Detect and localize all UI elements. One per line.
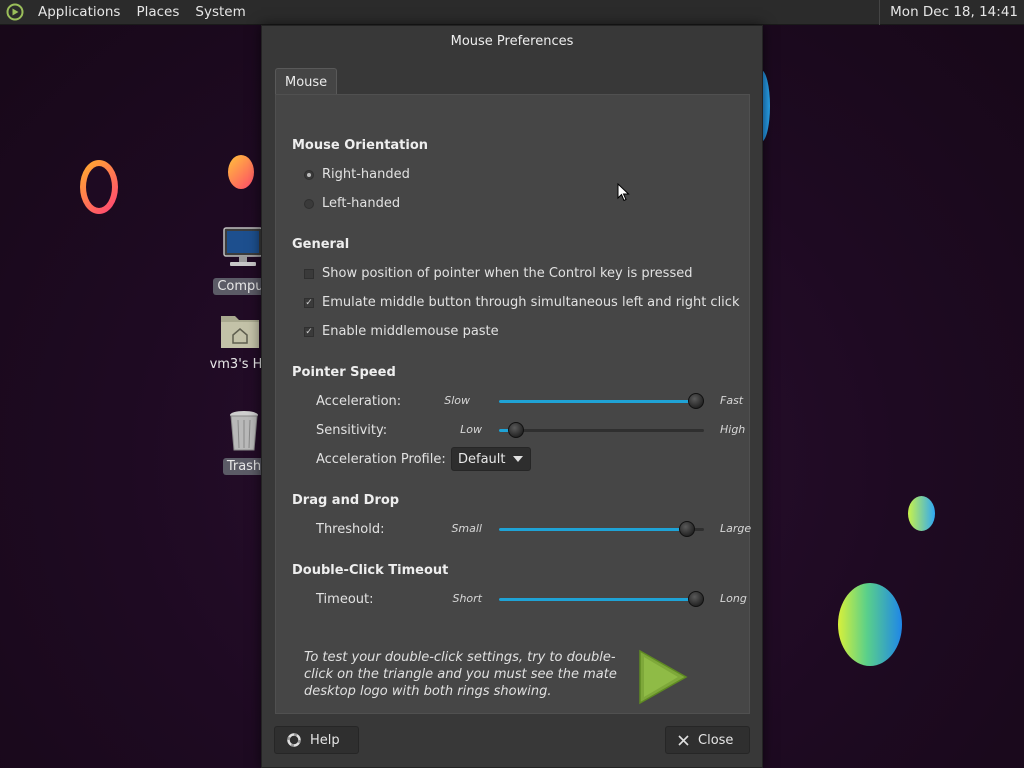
- sensitivity-label: Sensitivity:: [316, 423, 388, 438]
- sensitivity-min-label: Low: [460, 423, 482, 436]
- slider-handle[interactable]: [688, 393, 704, 409]
- places-menu[interactable]: Places: [128, 0, 187, 25]
- pointer-speed-heading: Pointer Speed: [292, 365, 396, 380]
- close-button[interactable]: Close: [665, 726, 750, 754]
- decor-orange-blob: [228, 155, 254, 189]
- mouse-pointer-icon: [617, 183, 630, 202]
- slider-handle[interactable]: [688, 591, 704, 607]
- left-handed-radio[interactable]: Left-handed: [304, 196, 400, 211]
- timeout-max-label: Long: [720, 592, 747, 605]
- middle-paste-checkbox[interactable]: ✓ Enable middlemouse paste: [304, 324, 499, 339]
- decor-small-blob: [908, 496, 935, 531]
- dropdown-arrow-icon: [513, 456, 523, 462]
- clock[interactable]: Mon Dec 18, 14:41: [879, 0, 1018, 25]
- desktop-icon-trash-label: Trash: [222, 458, 266, 475]
- slider-fill: [499, 528, 687, 531]
- acceleration-profile-value: Default: [458, 451, 506, 467]
- top-panel: Applications Places System Mon Dec 18, 1…: [0, 0, 1024, 25]
- slider-fill: [499, 400, 696, 403]
- tabstrip: Mouse: [275, 68, 338, 95]
- applications-menu[interactable]: Applications: [30, 0, 128, 25]
- acceleration-slider[interactable]: [499, 393, 704, 409]
- checkmark-icon[interactable]: ✓: [304, 297, 314, 308]
- mouse-preferences-dialog: Mouse Preferences Mouse Mouse Orientatio…: [261, 25, 763, 768]
- dialog-title[interactable]: Mouse Preferences: [262, 26, 762, 58]
- timeout-min-label: Short: [452, 592, 482, 605]
- home-folder-icon: [221, 316, 259, 348]
- decor-ring: [80, 160, 118, 214]
- double-click-heading: Double-Click Timeout: [292, 563, 449, 578]
- trash-icon: [230, 411, 258, 451]
- emulate-middle-label: Emulate middle button through simultaneo…: [322, 295, 740, 310]
- computer-icon: [223, 227, 263, 266]
- timeout-label: Timeout:: [316, 592, 374, 607]
- drag-drop-heading: Drag and Drop: [292, 493, 400, 508]
- mate-menu-icon[interactable]: [6, 3, 24, 21]
- radio-indicator[interactable]: [304, 169, 314, 180]
- help-lifebuoy-icon: [287, 733, 301, 747]
- emulate-middle-checkbox[interactable]: ✓ Emulate middle button through simultan…: [304, 295, 739, 310]
- slider-handle[interactable]: [678, 521, 695, 537]
- threshold-slider[interactable]: [499, 521, 704, 537]
- sensitivity-slider[interactable]: [499, 422, 704, 438]
- help-button-label: Help: [310, 732, 340, 748]
- double-click-test-triangle-icon[interactable]: [638, 649, 688, 705]
- acceleration-profile-label: Acceleration Profile:: [316, 452, 446, 467]
- threshold-max-label: Large: [720, 522, 752, 535]
- double-click-test-text: To test your double-click settings, try …: [304, 650, 617, 699]
- threshold-label: Threshold:: [316, 522, 385, 537]
- mouse-tab-panel: Mouse Orientation Right-handed Left-hand…: [275, 94, 752, 714]
- help-button[interactable]: Help: [274, 726, 359, 754]
- orientation-heading: Mouse Orientation: [292, 138, 429, 153]
- show-pointer-label: Show position of pointer when the Contro…: [322, 266, 693, 281]
- acceleration-profile-combo[interactable]: Default: [451, 447, 531, 471]
- close-icon: [678, 734, 689, 746]
- timeout-slider[interactable]: [499, 591, 704, 607]
- close-button-label: Close: [698, 732, 734, 748]
- general-heading: General: [292, 237, 350, 252]
- threshold-min-label: Small: [451, 522, 482, 535]
- right-handed-radio[interactable]: Right-handed: [304, 167, 410, 182]
- acceleration-min-label: Slow: [444, 394, 470, 407]
- show-pointer-checkbox[interactable]: Show position of pointer when the Contro…: [304, 266, 692, 281]
- right-handed-label: Right-handed: [322, 167, 410, 182]
- acceleration-label: Acceleration:: [316, 394, 402, 409]
- radio-indicator[interactable]: [304, 198, 314, 209]
- slider-fill: [499, 598, 696, 601]
- tab-mouse[interactable]: Mouse: [275, 68, 338, 95]
- middle-paste-label: Enable middlemouse paste: [322, 324, 499, 339]
- slider-handle[interactable]: [508, 422, 525, 438]
- sensitivity-max-label: High: [720, 423, 746, 436]
- decor-large-blob: [838, 583, 902, 666]
- checkbox-indicator[interactable]: [304, 268, 314, 279]
- left-handed-label: Left-handed: [322, 196, 401, 211]
- system-menu[interactable]: System: [187, 0, 253, 25]
- checkmark-icon[interactable]: ✓: [304, 326, 314, 337]
- acceleration-max-label: Fast: [720, 394, 744, 407]
